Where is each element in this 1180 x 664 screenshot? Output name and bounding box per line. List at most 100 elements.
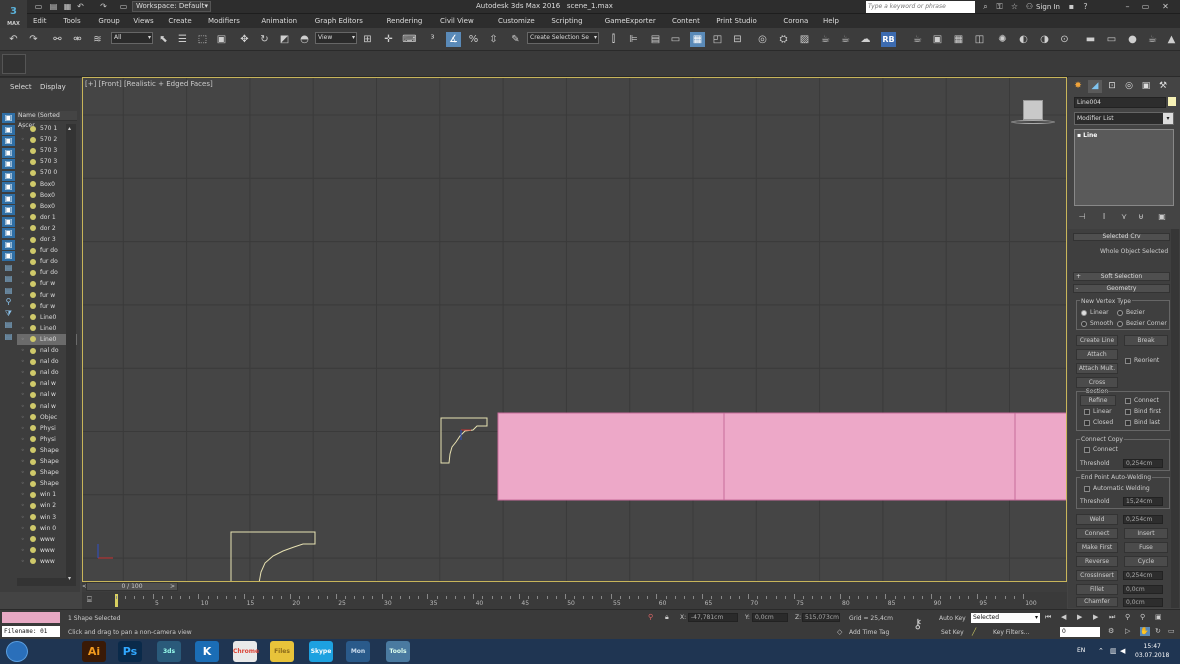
skype-icon[interactable]: Skype (309, 641, 333, 662)
save-icon[interactable]: ▦ (62, 1, 73, 12)
menu-scripting[interactable]: Scripting (551, 17, 582, 25)
cross-insert-spinner[interactable]: 0,254cm (1123, 571, 1163, 580)
display-geometry-icon[interactable]: ▣ (2, 113, 15, 123)
visibility-icon[interactable]: ◦ (21, 414, 28, 421)
workspace-dropdown[interactable]: Workspace: Default ▾ (132, 1, 211, 12)
light-bulb-icon[interactable] (30, 336, 36, 343)
set-key-button[interactable]: Set Key (941, 629, 964, 636)
invert-display-icon[interactable]: ▤ (2, 274, 15, 284)
visibility-icon[interactable]: ◦ (21, 447, 28, 454)
help-icon[interactable]: ? (1080, 1, 1091, 12)
isolate-icon[interactable]: ⚲ (648, 613, 656, 622)
chrome-icon[interactable]: Chrome (233, 641, 259, 662)
display-hidden-icon[interactable]: ▣ (2, 239, 15, 250)
tab-display[interactable]: Display (40, 83, 66, 91)
explorer-hscrollbar[interactable] (17, 578, 66, 586)
current-frame-field[interactable]: 0 (1060, 627, 1100, 637)
bezier-radio[interactable] (1117, 310, 1123, 316)
teapot-create-icon[interactable]: ☕ (1145, 32, 1160, 47)
keyboard-shortcut-icon[interactable]: ⌨ (402, 32, 417, 47)
visibility-icon[interactable]: ◦ (21, 536, 28, 543)
display-tab-icon[interactable]: ▣ (1139, 80, 1153, 93)
reference-coord-dropdown[interactable]: View ▾ (315, 32, 357, 44)
reverse-button[interactable]: Reverse (1076, 556, 1118, 567)
fillet-button[interactable]: Fillet (1076, 584, 1118, 595)
reorient-checkbox[interactable] (1125, 358, 1131, 364)
display-lights-icon[interactable]: ▣ (2, 136, 15, 146)
infocenter-icon[interactable]: ⚿ (994, 1, 1005, 12)
tools-icon[interactable]: Tools (386, 641, 410, 662)
light-bulb-icon[interactable] (30, 203, 36, 210)
menu-views[interactable]: Views (133, 17, 153, 25)
render-region-icon[interactable]: ▦ (951, 32, 966, 47)
snaps-toggle-icon[interactable]: ³ (425, 32, 440, 47)
light-bulb-icon[interactable] (30, 536, 36, 543)
sun-icon[interactable]: ◑ (1037, 32, 1052, 47)
connect-copy-checkbox[interactable] (1084, 447, 1090, 453)
user-icon[interactable]: ⚇ (1024, 1, 1035, 12)
display-none-icon[interactable]: ▤ (2, 263, 15, 273)
cone-icon[interactable]: ▲ (1164, 32, 1179, 47)
placement-icon[interactable]: ◓ (297, 32, 312, 47)
undo-icon[interactable]: ↶ (6, 32, 21, 47)
fuse-button[interactable]: Fuse (1124, 542, 1168, 553)
plane-icon[interactable]: ▬ (1083, 32, 1098, 47)
angle-snap-icon[interactable]: ∡ (446, 32, 461, 47)
box-icon[interactable]: ▭ (1104, 32, 1119, 47)
maximize-icon[interactable]: ▭ (1140, 1, 1151, 12)
mirror-icon[interactable]: ⫿ (606, 32, 621, 47)
break-button[interactable]: Break (1124, 335, 1168, 346)
display-groups-icon[interactable]: ▣ (2, 182, 15, 192)
visibility-icon[interactable]: ◦ (21, 225, 28, 232)
modify-tab-icon[interactable]: ◢ (1088, 80, 1102, 93)
light-bulb-icon[interactable] (30, 414, 36, 421)
visibility-icon[interactable]: ◦ (21, 391, 28, 398)
go-to-start-icon[interactable]: ⏮ (1045, 613, 1055, 622)
scroll-up-icon[interactable]: ▴ (68, 126, 74, 132)
graphite-tools-icon[interactable]: ▦ (690, 32, 705, 47)
visibility-icon[interactable]: ◦ (21, 514, 28, 521)
remove-modifier-icon[interactable]: ⊎ (1135, 212, 1147, 222)
illustrator-icon[interactable]: Ai (82, 641, 106, 662)
menu-group[interactable]: Group (98, 17, 119, 25)
bind-first-checkbox[interactable] (1125, 409, 1131, 415)
refine-button[interactable]: Refine (1080, 395, 1116, 406)
scroll-down-icon[interactable]: ▾ (68, 576, 74, 582)
sphere-icon[interactable]: ● (1125, 32, 1140, 47)
search-input[interactable]: Type a keyword or phrase (866, 1, 975, 13)
light-bulb-icon[interactable] (30, 403, 36, 409)
app-store-icon[interactable]: ▪ (1066, 1, 1077, 12)
front-viewport[interactable]: [+] [Front] [Realistic + Edged Faces] (82, 77, 1067, 582)
rotate-icon[interactable]: ↻ (257, 32, 272, 47)
visibility-icon[interactable]: ◦ (21, 403, 28, 410)
maximize-viewport-icon[interactable]: ▭ (1168, 627, 1178, 636)
make-first-button[interactable]: Make First (1076, 542, 1118, 553)
light-bulb-icon[interactable] (30, 236, 36, 243)
redo-icon[interactable]: ↷ (98, 1, 109, 12)
network-icon[interactable]: ▥ (1110, 647, 1117, 655)
hierarchy-tab-icon[interactable]: ⊡ (1105, 80, 1119, 93)
light-bulb-icon[interactable] (30, 514, 36, 520)
visibility-icon[interactable]: ◦ (21, 325, 28, 332)
visibility-icon[interactable]: ◦ (21, 458, 28, 465)
light-bulb-icon[interactable] (30, 136, 36, 143)
align-icon[interactable]: ⊫ (626, 32, 641, 47)
go-to-end-icon[interactable]: ⏭ (1109, 613, 1119, 622)
menu-gameexporter[interactable]: GameExporter (605, 17, 656, 25)
search-icon[interactable]: ⌕ (980, 1, 991, 12)
visibility-icon[interactable]: ◦ (21, 214, 28, 221)
make-unique-icon[interactable]: ⋎ (1118, 212, 1130, 222)
light-bulb-icon[interactable] (30, 214, 36, 221)
attach-button[interactable]: Attach (1076, 349, 1118, 360)
light-bulb-icon[interactable] (30, 380, 36, 387)
project-folder-icon[interactable]: ▭ (118, 1, 129, 12)
menu-civil-view[interactable]: Civil View (440, 17, 474, 25)
menu-corona[interactable]: Corona (783, 17, 808, 25)
visibility-icon[interactable]: ◦ (21, 125, 28, 132)
object-name-field[interactable]: Line004 (1074, 97, 1166, 108)
light-bulb-icon[interactable] (30, 391, 36, 398)
light-bulb-icon[interactable] (30, 225, 36, 232)
create-line-button[interactable]: Create Line (1076, 335, 1118, 346)
close-icon[interactable]: ✕ (1160, 1, 1171, 12)
frame-buffer-icon[interactable]: ▣ (930, 32, 945, 47)
